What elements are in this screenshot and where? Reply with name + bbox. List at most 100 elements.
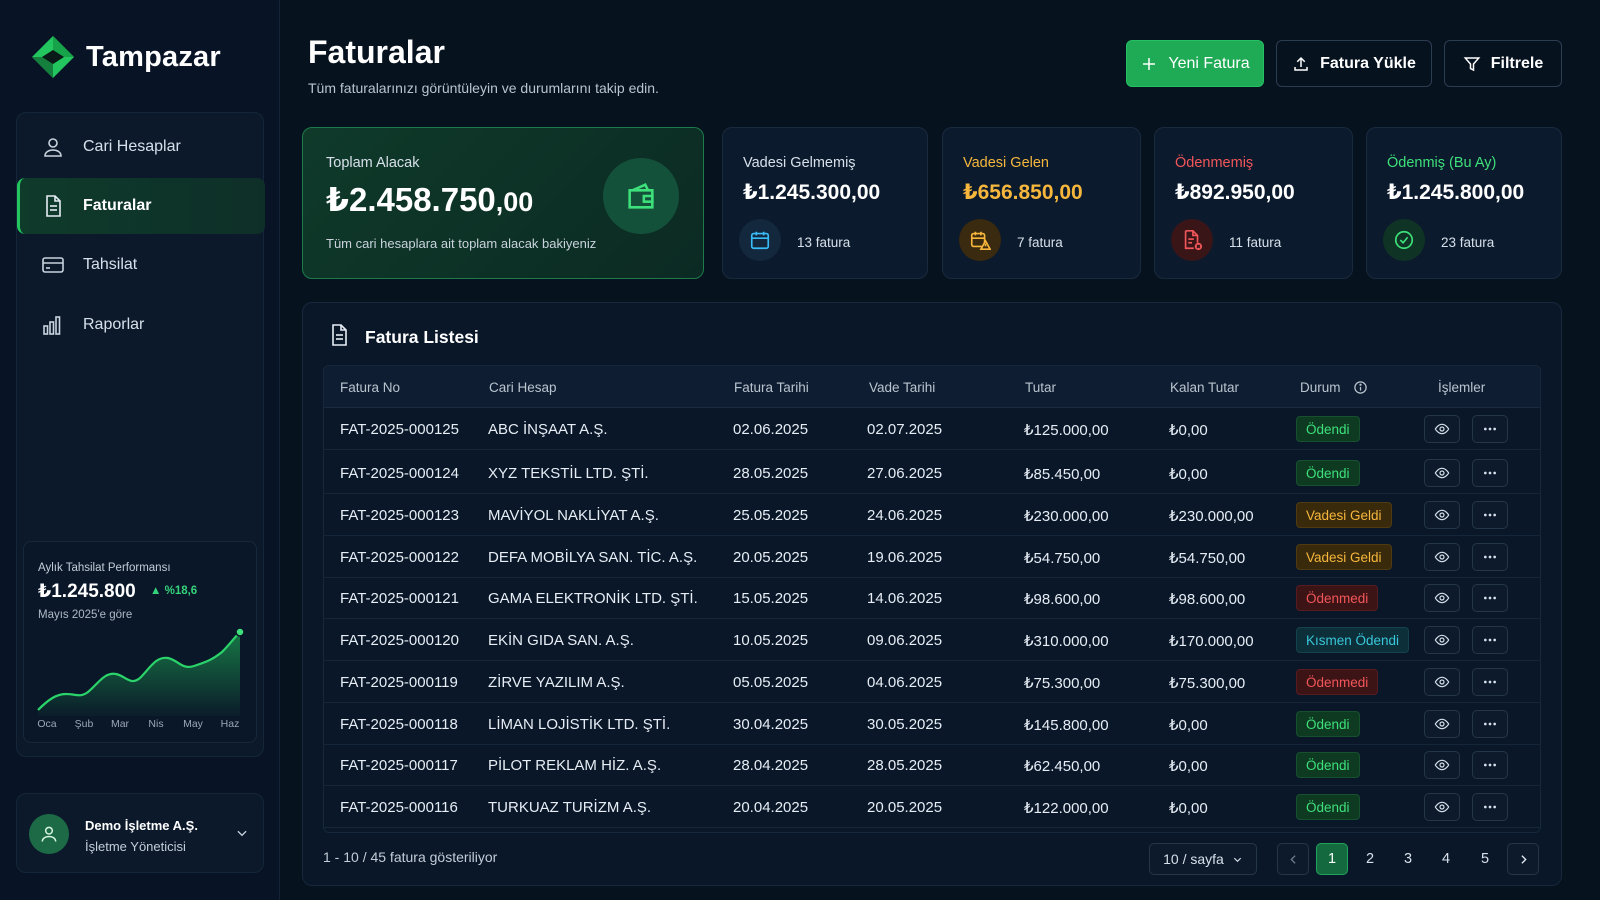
more-actions-button[interactable] xyxy=(1472,415,1508,443)
column-header[interactable]: Tutar xyxy=(1025,380,1056,395)
more-icon xyxy=(1484,763,1496,767)
more-actions-button[interactable] xyxy=(1472,459,1508,487)
table-row[interactable]: FAT-2025-000118 LİMAN LOJİSTİK LTD. ŞTİ. 3… xyxy=(324,703,1540,745)
table-row[interactable]: FAT-2025-000123 MAVİYOL NAKLİYAT A.Ş. 25.0… xyxy=(324,494,1540,536)
avatar xyxy=(29,814,69,854)
cell-due: 24.06.2025 xyxy=(867,507,943,524)
month-label: Nis xyxy=(148,718,164,730)
table-row[interactable]: FAT-2025-000125 ABC İNŞAAT A.Ş. 02.06.2025… xyxy=(324,408,1540,450)
chevron-down-icon[interactable] xyxy=(235,826,249,840)
view-button[interactable] xyxy=(1424,668,1460,696)
more-actions-button[interactable] xyxy=(1472,626,1508,654)
stat-card-unpaid: Ödenmemiş ₺892.950,00 11 fatura xyxy=(1154,127,1353,279)
next-page-button[interactable] xyxy=(1507,843,1539,875)
cell-remaining: ₺230.000,00 xyxy=(1169,508,1254,525)
sidebar-item-faturalar[interactable]: Faturalar xyxy=(17,178,265,234)
sidebar-item-cari-hesaplar[interactable]: Cari Hesaplar xyxy=(17,119,265,175)
month-label: Haz xyxy=(220,718,240,730)
filter-button[interactable]: Filtrele xyxy=(1444,40,1562,87)
sidebar-item-tahsilat[interactable]: Tahsilat xyxy=(17,237,265,293)
cell-account: TURKUAZ TURİZM A.Ş. xyxy=(488,799,652,816)
page-button-2[interactable]: 2 xyxy=(1354,843,1386,875)
panel-title: Fatura Listesi xyxy=(365,327,479,347)
table-row[interactable]: FAT-2025-000117 PİLOT REKLAM HİZ. A.Ş. 28.… xyxy=(324,744,1540,786)
view-button[interactable] xyxy=(1424,543,1460,571)
page-button-5[interactable]: 5 xyxy=(1469,843,1501,875)
stat-value: ₺656.850,00 xyxy=(963,181,1083,204)
more-actions-button[interactable] xyxy=(1472,668,1508,696)
eye-icon xyxy=(1434,592,1450,604)
more-icon xyxy=(1484,471,1496,475)
view-button[interactable] xyxy=(1424,459,1460,487)
view-button[interactable] xyxy=(1424,710,1460,738)
cell-amount: ₺125.000,00 xyxy=(1024,422,1109,439)
per-page-select[interactable]: 10 / sayfa xyxy=(1149,843,1257,875)
more-actions-button[interactable] xyxy=(1472,543,1508,571)
page-button-1[interactable]: 1 xyxy=(1316,843,1348,875)
table-row[interactable]: FAT-2025-000119 ZİRVE YAZILIM A.Ş. 05.05.2… xyxy=(324,661,1540,703)
stat-description: Tüm cari hesaplara ait toplam alacak bak… xyxy=(326,236,597,251)
stat-count: 11 fatura xyxy=(1229,235,1282,250)
cell-remaining: ₺54.750,00 xyxy=(1169,550,1246,567)
cell-date: 28.05.2025 xyxy=(733,465,809,482)
more-actions-button[interactable] xyxy=(1472,584,1508,612)
card-icon xyxy=(42,257,64,273)
info-icon[interactable] xyxy=(1353,380,1368,395)
column-header[interactable]: Cari Hesap xyxy=(489,380,557,395)
page-button-3[interactable]: 3 xyxy=(1392,843,1424,875)
prev-page-button[interactable] xyxy=(1277,843,1309,875)
cell-no: FAT-2025-000121 xyxy=(340,590,459,607)
pagination-summary: 1 - 10 / 45 fatura gösteriliyor xyxy=(323,849,498,865)
sidebar-item-label: Tahsilat xyxy=(83,256,138,273)
eye-icon xyxy=(1434,718,1450,730)
cell-date: 30.04.2025 xyxy=(733,716,809,733)
cell-remaining: ₺0,00 xyxy=(1169,800,1208,817)
brand-logo[interactable]: Tampazar xyxy=(30,34,221,80)
cell-remaining: ₺0,00 xyxy=(1169,717,1208,734)
stat-label: Vadesi Gelmemiş xyxy=(743,155,856,171)
more-actions-button[interactable] xyxy=(1472,793,1508,821)
stat-card-not-due: Vadesi Gelmemiş ₺1.245.300,00 13 fatura xyxy=(722,127,928,279)
status-badge: Vadesi Geldi xyxy=(1296,544,1392,570)
view-button[interactable] xyxy=(1424,415,1460,443)
more-actions-button[interactable] xyxy=(1472,710,1508,738)
view-button[interactable] xyxy=(1424,626,1460,654)
status-badge: Ödendi xyxy=(1296,711,1360,737)
more-actions-button[interactable] xyxy=(1472,501,1508,529)
table-header: Fatura No Cari Hesap Fatura Tarihi Vade … xyxy=(324,366,1540,408)
view-button[interactable] xyxy=(1424,501,1460,529)
calendar-icon xyxy=(750,231,770,250)
table-row[interactable]: FAT-2025-000124 XYZ TEKSTİL LTD. ŞTİ. 28.0… xyxy=(324,452,1540,494)
view-button[interactable] xyxy=(1424,751,1460,779)
column-header[interactable]: Kalan Tutar xyxy=(1170,380,1239,395)
table-row[interactable]: FAT-2025-000116 TURKUAZ TURİZM A.Ş. 20.04.… xyxy=(324,786,1540,828)
column-header[interactable]: Fatura Tarihi xyxy=(734,380,809,395)
user-menu[interactable]: Demo İşletme A.Ş. İşletme Yöneticisi xyxy=(16,793,264,873)
column-header[interactable]: Durum xyxy=(1300,380,1341,395)
user-icon xyxy=(41,826,57,842)
upload-invoice-label: Fatura Yükle xyxy=(1320,54,1416,72)
more-icon xyxy=(1484,427,1496,431)
eye-icon xyxy=(1434,676,1450,688)
table-row[interactable]: FAT-2025-000122 DEFA MOBİLYA SAN. TİC. A.… xyxy=(324,536,1540,578)
cell-due: 14.06.2025 xyxy=(867,590,943,607)
cell-no: FAT-2025-000123 xyxy=(340,507,459,524)
sidebar-item-raporlar[interactable]: Raporlar xyxy=(17,297,265,353)
column-header[interactable]: Vade Tarihi xyxy=(869,380,935,395)
new-invoice-button[interactable]: Yeni Fatura xyxy=(1126,40,1264,87)
page-button-4[interactable]: 4 xyxy=(1430,843,1462,875)
table-row[interactable]: FAT-2025-000121 GAMA ELEKTRONİK LTD. ŞTİ.… xyxy=(324,577,1540,619)
stat-count: 13 fatura xyxy=(797,235,851,250)
table-row[interactable]: FAT-2025-000120 EKİN GIDA SAN. A.Ş. 10.05.… xyxy=(324,619,1540,661)
month-label: Oca xyxy=(37,718,57,730)
cell-amount: ₺230.000,00 xyxy=(1024,508,1109,525)
month-label: May xyxy=(183,718,203,730)
view-button[interactable] xyxy=(1424,793,1460,821)
upload-invoice-button[interactable]: Fatura Yükle xyxy=(1276,40,1432,87)
status-badge: Ödendi xyxy=(1296,794,1360,820)
column-header[interactable]: Fatura No xyxy=(340,380,400,395)
view-button[interactable] xyxy=(1424,584,1460,612)
invoice-table: Fatura No Cari Hesap Fatura Tarihi Vade … xyxy=(323,365,1541,833)
wallet-icon xyxy=(628,183,654,209)
more-actions-button[interactable] xyxy=(1472,751,1508,779)
